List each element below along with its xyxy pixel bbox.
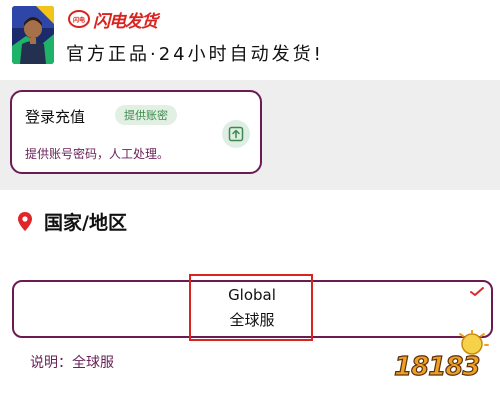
brand-logo: 闪电 闪电发货 <box>68 8 158 32</box>
location-pin-icon <box>18 212 32 231</box>
header: 闪电 闪电发货 官方正品·24小时自动发货! <box>0 0 500 80</box>
login-option-badge: 提供账密 <box>115 105 177 125</box>
slogan: 官方正品·24小时自动发货! <box>66 44 324 65</box>
login-recharge-option[interactable]: 登录充值 提供账密 提供账号密码，人工处理。 <box>10 90 262 174</box>
login-option-description: 提供账号密码，人工处理。 <box>25 147 170 161</box>
watermark-logo: 18183 <box>380 330 492 392</box>
region-heading: 国家/地区 <box>18 208 127 235</box>
region-title: 国家/地区 <box>44 212 127 234</box>
option-highlight-box <box>189 274 313 341</box>
brand-mark-icon: 闪电 <box>68 10 90 28</box>
login-option-title: 登录充值 <box>25 108 86 126</box>
region-option-name-en: Global <box>228 286 276 304</box>
brand-name: 闪电发货 <box>93 11 158 32</box>
product-avatar <box>12 6 54 64</box>
region-option-name-cn: 全球服 <box>229 311 275 329</box>
watermark-text: 18183 <box>393 351 481 382</box>
selected-check-icon <box>469 285 485 297</box>
upload-icon[interactable] <box>222 120 250 148</box>
region-note: 说明：全球服 <box>30 355 114 371</box>
